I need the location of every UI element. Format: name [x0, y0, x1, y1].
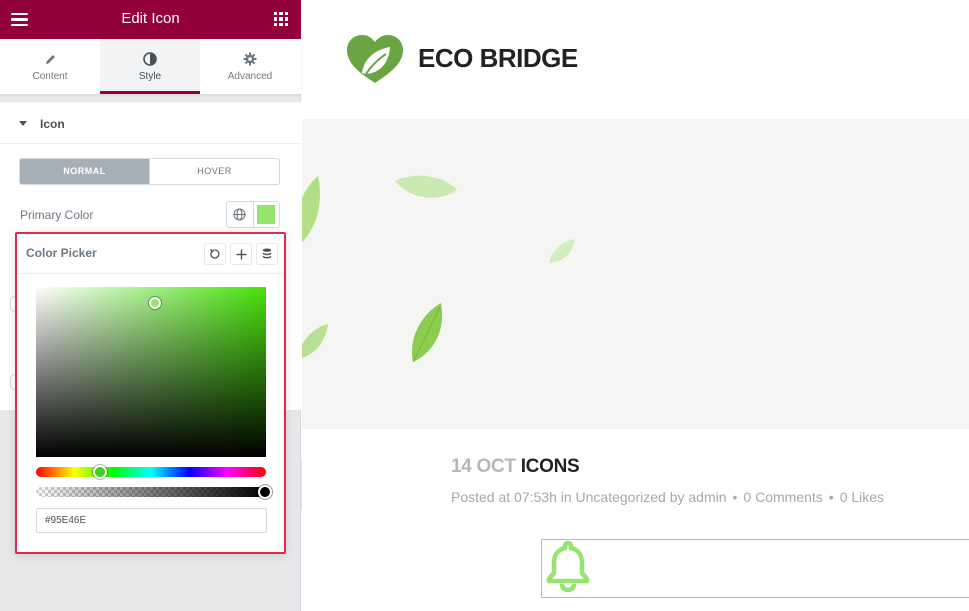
bell-icon	[546, 540, 590, 592]
opacity-handle[interactable]	[258, 485, 272, 499]
leaf-decoration	[549, 239, 575, 263]
tab-advanced-label: Advanced	[227, 71, 273, 82]
tab-style-label: Style	[138, 71, 162, 82]
leaf-decoration	[411, 303, 443, 363]
color-picker-popover: Color Picker	[15, 232, 286, 554]
post-byline: Posted at 07:53h in Uncategorized by adm…	[451, 489, 727, 505]
widgets-grid-icon[interactable]	[274, 12, 288, 26]
leaf-decoration	[302, 176, 320, 243]
color-picker-tools	[204, 243, 278, 265]
post-name: ICONS	[520, 456, 580, 477]
brand-name: ECO BRIDGE	[418, 43, 578, 73]
global-colors-list-button[interactable]	[256, 243, 278, 265]
tab-style[interactable]: Style	[100, 39, 200, 94]
section-toggle[interactable]: Icon	[0, 102, 301, 144]
leaf-decoration	[395, 175, 457, 198]
reset-icon	[210, 248, 220, 259]
gear-icon	[200, 52, 300, 66]
panel-title: Edit Icon	[121, 10, 180, 27]
color-swatch	[257, 205, 276, 224]
saturation-value-area[interactable]	[36, 287, 266, 457]
color-swatch-button[interactable]	[254, 202, 280, 227]
eco-heart-leaf-logo	[347, 35, 403, 83]
editor-window: Edit Icon Content Style Advanced Icon NO…	[0, 0, 969, 611]
tab-content[interactable]: Content	[0, 39, 100, 94]
color-picker-title: Color Picker	[26, 246, 97, 260]
pencil-icon	[0, 52, 100, 66]
add-icon	[236, 249, 246, 259]
panel-tabs: Content Style Advanced	[0, 39, 301, 94]
likes-link[interactable]: 0 Likes	[840, 489, 884, 505]
tab-hover[interactable]: HOVER	[149, 159, 279, 184]
tab-content-label: Content	[32, 71, 68, 82]
stack-icon	[262, 248, 272, 259]
tab-normal[interactable]: NORMAL	[20, 159, 149, 184]
saturation-handle[interactable]	[149, 297, 161, 309]
post-date: 14 OCT	[451, 456, 516, 477]
section-title: Icon	[40, 117, 65, 131]
hue-handle[interactable]	[93, 465, 107, 479]
state-switch: NORMAL HOVER	[19, 158, 280, 185]
hero-banner	[302, 119, 969, 429]
panel-header: Edit Icon	[0, 0, 301, 39]
global-colors-button[interactable]	[227, 202, 254, 227]
leaf-decoration	[302, 324, 328, 359]
primary-color-control	[226, 201, 280, 228]
color-picker-header: Color Picker	[17, 234, 284, 274]
tab-advanced[interactable]: Advanced	[200, 39, 300, 94]
globe-icon	[233, 208, 246, 221]
page-preview: ECO BRIDGE 14 OCT ICONS Posted at 07:53h…	[302, 0, 969, 611]
add-color-button[interactable]	[230, 243, 252, 265]
post-title: 14 OCT ICONS	[451, 456, 580, 478]
post-meta: Posted at 07:53h in Uncategorized by adm…	[451, 489, 884, 505]
primary-color-label: Primary Color	[20, 208, 94, 222]
opacity-slider[interactable]	[36, 485, 272, 499]
reset-button[interactable]	[204, 243, 226, 265]
hue-slider[interactable]	[36, 465, 266, 479]
separator-dot: •	[828, 489, 834, 505]
contrast-icon	[100, 52, 200, 66]
separator-dot: •	[732, 489, 738, 505]
caret-down-icon	[19, 121, 27, 126]
hex-input[interactable]	[36, 508, 267, 533]
icon-widget[interactable]	[541, 539, 969, 598]
comments-link[interactable]: 0 Comments	[743, 489, 822, 505]
